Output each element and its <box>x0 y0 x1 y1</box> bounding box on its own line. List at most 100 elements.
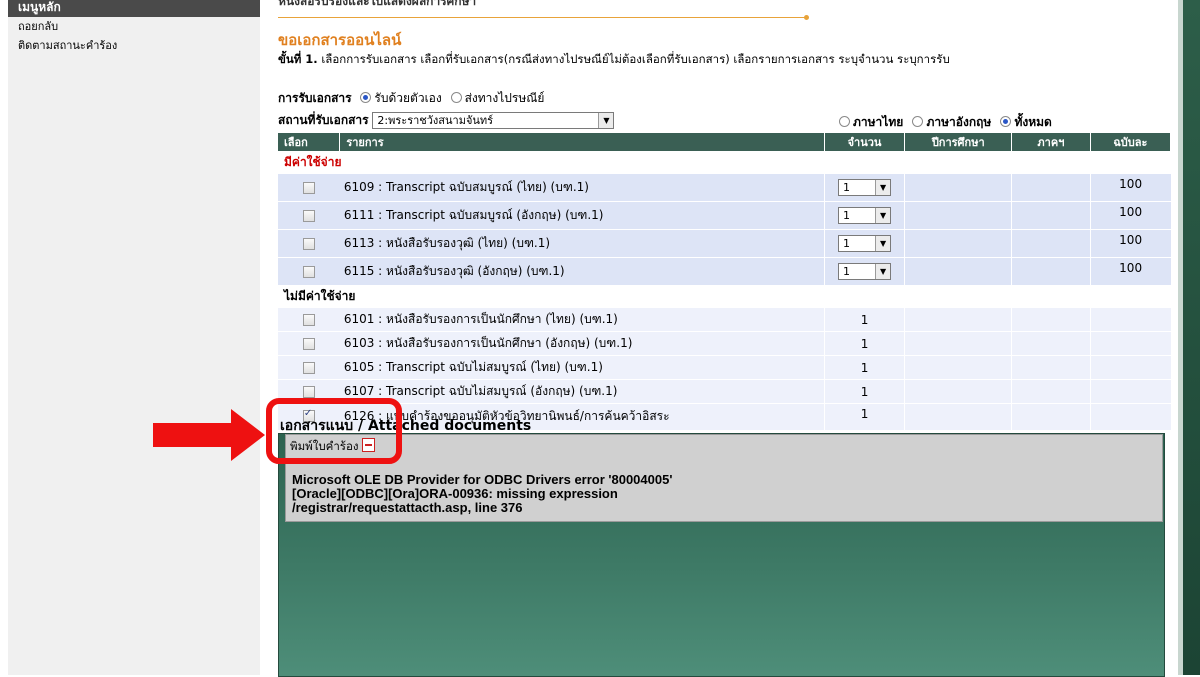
annotation-highlight-box <box>266 398 402 464</box>
attached-documents-box: พิมพ์ใบคำร้อง Microsoft OLE DB Provider … <box>285 434 1163 522</box>
row-qty: 1 <box>823 403 905 430</box>
pickup-place-label: สถานที่รับเอกสาร <box>278 113 369 127</box>
chevron-down-icon: ▼ <box>875 264 891 279</box>
table-row: 6109 : Transcript ฉบับสมบูรณ์ (ไทย) (บฑ.… <box>278 173 1171 202</box>
row-price <box>1089 379 1171 404</box>
category-paid: มีค่าใช้จ่าย <box>278 151 1171 174</box>
row-price <box>1089 331 1171 356</box>
row-checkbox[interactable] <box>302 314 315 326</box>
qty-select[interactable]: 1 ▼ <box>838 207 892 224</box>
row-term <box>1011 201 1091 230</box>
row-term <box>1011 379 1091 404</box>
row-year <box>904 201 1012 230</box>
table-row: 6115 : หนังสือรับรองวุฒิ (อังกฤษ) (บฑ.1)… <box>278 257 1171 285</box>
col-header-qty: จำนวน <box>824 133 906 151</box>
row-price: 100 <box>1089 229 1171 258</box>
section-heading-cut: หนังสือรับรองและใบแสดงผลการศึกษา <box>278 0 477 8</box>
step-description: เลือกการรับเอกสาร เลือกที่รับเอกสาร(กรณี… <box>321 52 950 66</box>
error-line-2: [Oracle][ODBC][Ora]ORA-00936: missing ex… <box>292 486 618 501</box>
row-year <box>904 257 1012 285</box>
row-qty: 1 <box>823 307 905 332</box>
category-paid-label: มีค่าใช้จ่าย <box>278 151 1171 174</box>
row-checkbox[interactable] <box>302 386 315 398</box>
language-filter-row: ภาษาไทย ภาษาอังกฤษ ทั้งหมด <box>834 113 1052 132</box>
chevron-down-icon: ▼ <box>875 236 891 251</box>
pickup-place-row: สถานที่รับเอกสาร 2:พระราชวังสนามจันทร์ ▼ <box>278 111 615 130</box>
row-item: 6101 : หนังสือรับรองการเป็นนักศึกษา (ไทย… <box>339 307 825 332</box>
row-price: 100 <box>1089 173 1171 202</box>
col-header-select: เลือก <box>278 133 341 151</box>
radio-receive-post[interactable] <box>450 92 462 103</box>
row-price <box>1089 355 1171 380</box>
qty-value: 1 <box>843 265 851 278</box>
row-item: 6105 : Transcript ฉบับไม่สมบูรณ์ (ไทย) (… <box>339 355 825 380</box>
radio-lang-all[interactable] <box>1000 116 1012 127</box>
lang-all-label: ทั้งหมด <box>1014 115 1052 129</box>
table-row: 6105 : Transcript ฉบับไม่สมบูรณ์ (ไทย) (… <box>278 355 1171 380</box>
table-row: 6107 : Transcript ฉบับไม่สมบูรณ์ (อังกฤษ… <box>278 379 1171 404</box>
sidebar: เมนูหลัก ถอยกลับ ติดตามสถานะคำร้อง <box>8 0 260 675</box>
row-term <box>1011 229 1091 258</box>
row-year <box>904 379 1012 404</box>
row-checkbox[interactable] <box>302 338 315 350</box>
radio-lang-english[interactable] <box>912 116 924 127</box>
right-stripe <box>1183 0 1200 675</box>
row-term <box>1011 307 1091 332</box>
row-qty: 1 <box>823 379 905 404</box>
receive-method-label: การรับเอกสาร <box>278 91 352 105</box>
row-item: 6111 : Transcript ฉบับสมบูรณ์ (อังกฤษ) (… <box>339 201 825 230</box>
row-term <box>1011 331 1091 356</box>
main-content: หนังสือรับรองและใบแสดงผลการศึกษา ขอเอกสา… <box>278 0 1172 677</box>
col-header-item: รายการ <box>339 133 825 151</box>
sidebar-item-track-status[interactable]: ติดตามสถานะคำร้อง <box>8 36 260 55</box>
receive-post-label: ส่งทางไปรษณีย์ <box>464 91 545 105</box>
row-year <box>904 229 1012 258</box>
pickup-place-select[interactable]: 2:พระราชวังสนามจันทร์ ▼ <box>372 112 615 129</box>
row-qty: 1 <box>823 331 905 356</box>
chevron-down-icon: ▼ <box>875 180 891 195</box>
row-term <box>1011 173 1091 202</box>
error-line-3: /registrar/requestattacth.asp, line 376 <box>292 500 523 515</box>
row-term <box>1011 257 1091 285</box>
lang-thai-label: ภาษาไทย <box>853 115 904 129</box>
table-row: 6111 : Transcript ฉบับสมบูรณ์ (อังกฤษ) (… <box>278 201 1171 230</box>
row-checkbox[interactable] <box>302 210 315 222</box>
row-item: 6103 : หนังสือรับรองการเป็นนักศึกษา (อัง… <box>339 331 825 356</box>
row-price <box>1089 307 1171 332</box>
row-year <box>904 331 1012 356</box>
qty-select[interactable]: 1 ▼ <box>838 179 892 196</box>
radio-receive-self[interactable] <box>360 92 372 103</box>
attached-documents-panel: พิมพ์ใบคำร้อง Microsoft OLE DB Provider … <box>278 433 1165 677</box>
qty-select[interactable]: 1 ▼ <box>838 263 892 280</box>
row-year <box>904 173 1012 202</box>
receive-method-row: การรับเอกสาร รับด้วยตัวเอง ส่งทางไปรษณีย… <box>278 89 544 108</box>
row-checkbox[interactable] <box>302 238 315 250</box>
qty-value: 1 <box>843 209 851 222</box>
row-checkbox[interactable] <box>302 266 315 278</box>
qty-value: 1 <box>843 237 851 250</box>
row-checkbox[interactable] <box>302 182 315 194</box>
row-year <box>904 355 1012 380</box>
row-item: 6115 : หนังสือรับรองวุฒิ (อังกฤษ) (บฑ.1) <box>339 257 825 285</box>
document-table: เลือก รายการ จำนวน ปีการศึกษา ภาคฯ ฉบับล… <box>278 133 1172 430</box>
sidebar-item-back[interactable]: ถอยกลับ <box>8 17 260 36</box>
row-year <box>904 307 1012 332</box>
error-line-1: Microsoft OLE DB Provider for ODBC Drive… <box>292 472 673 487</box>
qty-select[interactable]: 1 ▼ <box>838 235 892 252</box>
row-item: 6107 : Transcript ฉบับไม่สมบูรณ์ (อังกฤษ… <box>339 379 825 404</box>
lang-english-label: ภาษาอังกฤษ <box>926 115 992 129</box>
step-instructions: ขั้นที่ 1. เลือกการรับเอกสาร เลือกที่รับ… <box>278 52 1183 66</box>
pickup-place-value: 2:พระราชวังสนามจันทร์ <box>377 114 494 127</box>
row-checkbox[interactable] <box>302 362 315 374</box>
row-price <box>1089 403 1171 430</box>
row-year <box>904 403 1012 430</box>
sidebar-header: เมนูหลัก <box>8 0 260 17</box>
qty-value: 1 <box>843 181 851 194</box>
radio-lang-thai[interactable] <box>839 116 850 127</box>
heading-underline-dot <box>804 15 809 20</box>
step-label: ขั้นที่ 1. <box>278 52 318 66</box>
col-header-year: ปีการศึกษา <box>904 133 1013 151</box>
table-row: 6103 : หนังสือรับรองการเป็นนักศึกษา (อัง… <box>278 331 1171 356</box>
annotation-arrow-icon <box>153 409 265 461</box>
row-term <box>1011 403 1091 430</box>
